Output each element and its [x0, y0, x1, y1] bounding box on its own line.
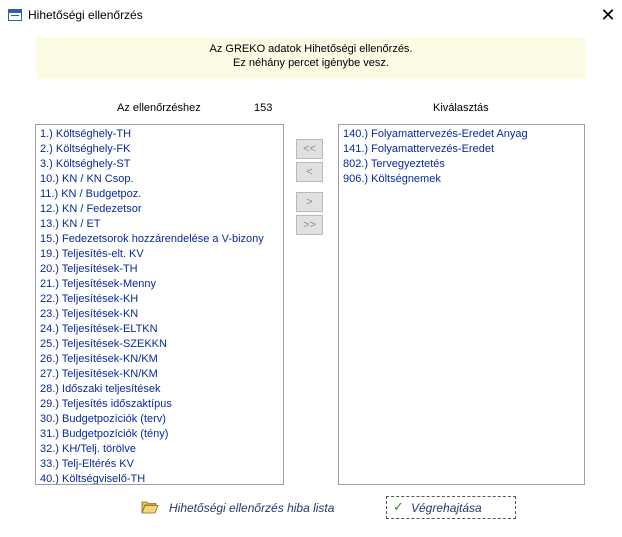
list-item[interactable]: 802.) Tervegyeztetés: [343, 157, 445, 172]
list-item[interactable]: 21.) Teljesítések-Menny: [40, 277, 156, 292]
selected-checks-list[interactable]: 140.) Folyamattervezés-Eredet Anyag 141.)…: [338, 124, 585, 485]
list-item[interactable]: 3.) Költséghely-ST: [40, 157, 130, 172]
list-item[interactable]: 10.) KN / KN Csop.: [40, 172, 134, 187]
list-item[interactable]: 12.) KN / Fedezetsor: [40, 202, 142, 217]
remove-all-button[interactable]: <<: [296, 139, 323, 159]
folder-open-icon: [141, 501, 159, 514]
error-list-label: Hihetőségi ellenőrzés hiba lista: [169, 501, 335, 515]
list-item[interactable]: 141.) Folyamattervezés-Eredet: [343, 142, 494, 157]
list-item[interactable]: 30.) Budgetpozíciók (terv): [40, 412, 166, 427]
list-item[interactable]: 22.) Teljesítések-KH: [40, 292, 138, 307]
execute-label: Végrehajtása: [411, 501, 482, 515]
list-item[interactable]: 32.) KH/Telj. törölve: [40, 442, 136, 457]
close-button[interactable]: ✕: [596, 4, 620, 26]
list-item[interactable]: 40.) Költségviselő-TH: [40, 472, 145, 484]
list-item[interactable]: 140.) Folyamattervezés-Eredet Anyag: [343, 127, 528, 142]
list-item[interactable]: 24.) Teljesítések-ELTKN: [40, 322, 158, 337]
info-text-line2: Ez néhány percet igénybe vesz.: [233, 57, 389, 69]
remove-one-button[interactable]: <: [296, 162, 323, 182]
info-box: Az GREKO adatok Hihetőségi ellenőrzés. E…: [36, 37, 586, 79]
list-item[interactable]: 1.) Költséghely-TH: [40, 127, 131, 142]
list-item[interactable]: 15.) Fedezetsorok hozzárendelése a V-biz…: [40, 232, 264, 247]
right-list-header: Kiválasztás: [433, 102, 489, 114]
list-item[interactable]: 27.) Teljesítések-KN/KM: [40, 367, 158, 382]
list-item[interactable]: 26.) Teljesítések-KN/KM: [40, 352, 158, 367]
execute-button[interactable]: ✓ Végrehajtása: [386, 496, 516, 519]
list-item[interactable]: 33.) Telj-Eltérés KV: [40, 457, 134, 472]
add-one-button[interactable]: >: [296, 192, 323, 212]
checkmark-icon: ✓: [393, 499, 404, 514]
left-list-count: 153: [254, 102, 273, 114]
list-item[interactable]: 25.) Teljesítések-SZEKKN: [40, 337, 167, 352]
list-item[interactable]: 31.) Budgetpozíciók (tény): [40, 427, 168, 442]
window-title: Hihetőségi ellenőrzés: [28, 8, 143, 22]
available-checks-list[interactable]: ▲ ▼ 1.) Költséghely-TH2.) Költséghely-FK…: [35, 124, 284, 485]
list-item[interactable]: 29.) Teljesítés időszaktípus: [40, 397, 172, 412]
list-item[interactable]: 20.) Teljesítések-TH: [40, 262, 138, 277]
left-list-header: Az ellenőrzéshez: [117, 102, 201, 114]
list-item[interactable]: 906.) Költségnemek: [343, 172, 441, 187]
info-text-line1: Az GREKO adatok Hihetőségi ellenőrzés.: [209, 43, 413, 55]
list-item[interactable]: 13.) KN / ET: [40, 217, 101, 232]
list-item[interactable]: 11.) KN / Budgetpoz.: [40, 187, 141, 202]
title-bar: Hihetőségi ellenőrzés ✕: [0, 0, 622, 31]
list-item[interactable]: 28.) Időszaki teljesítések: [40, 382, 160, 397]
close-icon: ✕: [600, 5, 616, 25]
list-item[interactable]: 2.) Költséghely-FK: [40, 142, 130, 157]
list-item[interactable]: 23.) Teljesítések-KN: [40, 307, 138, 322]
form-icon: [8, 9, 22, 21]
list-item[interactable]: 19.) Teljesítés-elt. KV: [40, 247, 144, 262]
add-all-button[interactable]: >>: [296, 215, 323, 235]
